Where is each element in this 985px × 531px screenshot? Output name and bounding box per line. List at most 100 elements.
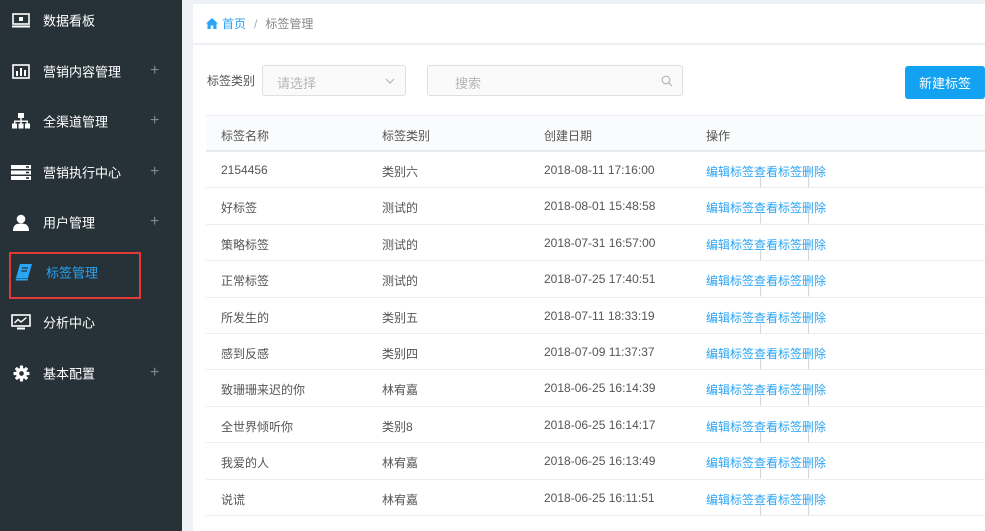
action-separator: |	[807, 465, 811, 480]
edit-tag-link[interactable]: 编辑标签	[706, 274, 754, 288]
action-separator: |	[759, 210, 763, 225]
table-row: 好标签 测试的 2018-08-01 15:48:58 编辑标签 | 查看标签 | 删除	[206, 188, 985, 225]
tag-date-cell: 2018-07-09 11:37:37	[544, 344, 655, 359]
table-row: 策略标签 测试的 2018-07-31 16:57:00 编辑标签 | 查看标签 | 删除	[206, 225, 985, 262]
sidebar-item-basic-config[interactable]: 基本配置 +	[0, 348, 182, 398]
edit-tag-link[interactable]: 编辑标签	[706, 347, 754, 361]
delete-tag-link[interactable]: 删除	[802, 201, 826, 215]
tag-date-cell: 2018-08-11 17:16:00	[544, 163, 655, 177]
edit-tag-link[interactable]: 编辑标签	[706, 201, 754, 215]
expand-plus-icon[interactable]: +	[150, 364, 159, 382]
action-separator: |	[807, 246, 811, 261]
action-separator: |	[759, 392, 763, 407]
tag-category-cell: 林宥嘉	[382, 383, 419, 398]
action-separator: |	[807, 319, 811, 334]
action-separator: |	[807, 501, 811, 516]
edit-tag-link[interactable]: 编辑标签	[706, 238, 754, 252]
table-row: 我爱的人 林宥嘉 2018-06-25 16:13:49 编辑标签 | 查看标签 | 删除	[206, 443, 985, 480]
breadcrumb: 首页 / 标签管理	[193, 4, 985, 44]
expand-plus-icon[interactable]: +	[150, 62, 159, 80]
row-actions: 编辑标签 | 查看标签 | 删除	[706, 309, 826, 334]
new-tag-button[interactable]: 新建标签	[905, 66, 985, 99]
tag-date-cell: 2018-08-01 15:48:58	[544, 199, 656, 214]
delete-tag-link[interactable]: 删除	[802, 347, 826, 361]
row-actions: 编辑标签 | 查看标签 | 删除	[706, 381, 826, 406]
edit-tag-link[interactable]: 编辑标签	[706, 493, 754, 507]
delete-tag-link[interactable]: 删除	[802, 165, 826, 179]
dashboard-monitor-icon	[11, 12, 31, 28]
home-icon[interactable]	[206, 18, 218, 29]
tag-date-cell: 2018-06-25 16:14:17	[544, 417, 656, 432]
sidebar: 数据看板 营销内容管理 + 全渠道管理 + 营销执行中心 + 用户管理 + 标签…	[0, 0, 182, 531]
tag-date-cell: 2018-06-25 16:11:51	[544, 490, 655, 505]
chevron-down-icon	[385, 75, 395, 85]
server-stack-icon	[11, 164, 31, 180]
table-row: 说谎 林宥嘉 2018-06-25 16:11:51 编辑标签 | 查看标签 | 删除	[206, 480, 985, 516]
sidebar-item-label: 用户管理	[43, 215, 96, 231]
sidebar-item-label: 数据看板	[43, 13, 96, 29]
edit-tag-link[interactable]: 编辑标签	[706, 456, 754, 470]
delete-tag-link[interactable]: 删除	[802, 383, 826, 397]
tag-name-cell: 我爱的人	[221, 456, 270, 471]
delete-tag-link[interactable]: 删除	[802, 311, 826, 325]
delete-tag-link[interactable]: 删除	[802, 456, 826, 470]
sidebar-item-marketing-content[interactable]: 营销内容管理 +	[0, 46, 182, 96]
breadcrumb-home-link[interactable]: 首页	[222, 15, 246, 32]
main-area: 首页 / 标签管理 标签类别 请选择 搜索 新建标签 标签名称 标签类别 创建日…	[182, 0, 985, 531]
tag-category-cell: 测试的	[382, 201, 419, 216]
table-body: 2154456 类别六 2018-08-11 17:16:00 编辑标签 | 查看标签 | 删…	[206, 152, 985, 516]
table-row: 致珊珊来迟的你 林宥嘉 2018-06-25 16:14:39 编辑标签 | 查看标签 | 删…	[206, 370, 985, 407]
edit-tag-link[interactable]: 编辑标签	[706, 165, 754, 179]
row-actions: 编辑标签 | 查看标签 | 删除	[706, 491, 826, 516]
delete-tag-link[interactable]: 删除	[802, 493, 826, 507]
row-actions: 编辑标签 | 查看标签 | 删除	[706, 418, 826, 443]
action-separator: |	[807, 428, 811, 443]
delete-tag-link[interactable]: 删除	[802, 420, 826, 434]
delete-tag-link[interactable]: 删除	[802, 274, 826, 288]
tag-name-cell: 所发生的	[221, 310, 270, 325]
edit-tag-link[interactable]: 编辑标签	[706, 311, 754, 325]
category-select[interactable]: 请选择	[262, 65, 406, 96]
bar-chart-icon	[11, 63, 31, 79]
tag-name-cell: 2154456	[221, 163, 268, 177]
sidebar-item-user-management[interactable]: 用户管理 +	[0, 197, 182, 247]
expand-plus-icon[interactable]: +	[150, 163, 159, 181]
delete-tag-link[interactable]: 删除	[802, 238, 826, 252]
action-separator: |	[807, 283, 811, 298]
analytics-monitor-icon	[11, 314, 31, 330]
column-header-name: 标签名称	[221, 129, 270, 143]
breadcrumb-separator: /	[254, 16, 258, 31]
action-separator: |	[759, 246, 763, 261]
sidebar-item-omnichannel[interactable]: 全渠道管理 +	[0, 96, 182, 146]
tag-category-cell: 测试的	[382, 237, 419, 252]
tag-name-cell: 策略标签	[221, 237, 270, 252]
tag-date-cell: 2018-07-25 17:40:51	[544, 272, 656, 287]
search-input[interactable]: 搜索	[427, 65, 683, 96]
sidebar-item-tag-management[interactable]: 标签管理	[0, 247, 182, 297]
tag-date-cell: 2018-07-31 16:57:00	[544, 235, 656, 250]
edit-tag-link[interactable]: 编辑标签	[706, 383, 754, 397]
action-separator: |	[759, 355, 763, 370]
table-row: 2154456 类别六 2018-08-11 17:16:00 编辑标签 | 查看标签 | 删…	[206, 152, 985, 189]
sidebar-item-marketing-execution[interactable]: 营销执行中心 +	[0, 147, 182, 197]
sidebar-item-label: 全渠道管理	[43, 114, 109, 130]
edit-tag-link[interactable]: 编辑标签	[706, 420, 754, 434]
tag-date-cell: 2018-07-11 18:33:19	[544, 308, 655, 323]
tag-date-cell: 2018-06-25 16:13:49	[544, 454, 656, 469]
tag-name-cell: 致珊珊来迟的你	[221, 383, 306, 398]
search-icon[interactable]	[661, 75, 673, 87]
sidebar-item-label: 分析中心	[43, 315, 96, 331]
sidebar-item-analytics[interactable]: 分析中心	[0, 297, 182, 347]
row-actions: 编辑标签 | 查看标签 | 删除	[706, 163, 826, 188]
category-select-placeholder: 请选择	[277, 76, 317, 91]
tag-name-cell: 全世界倾听你	[221, 419, 294, 434]
sidebar-item-dashboard[interactable]: 数据看板	[0, 0, 182, 45]
action-separator: |	[807, 355, 811, 370]
expand-plus-icon[interactable]: +	[150, 112, 159, 130]
column-header-date: 创建日期	[544, 129, 593, 143]
action-separator: |	[759, 174, 763, 188]
expand-plus-icon[interactable]: +	[150, 213, 159, 231]
tag-table: 标签名称 标签类别 创建日期 操作 2154456 类别六 2018-08-11 1…	[206, 115, 985, 516]
sidebar-item-label: 营销内容管理	[43, 64, 122, 80]
action-separator: |	[807, 392, 811, 407]
